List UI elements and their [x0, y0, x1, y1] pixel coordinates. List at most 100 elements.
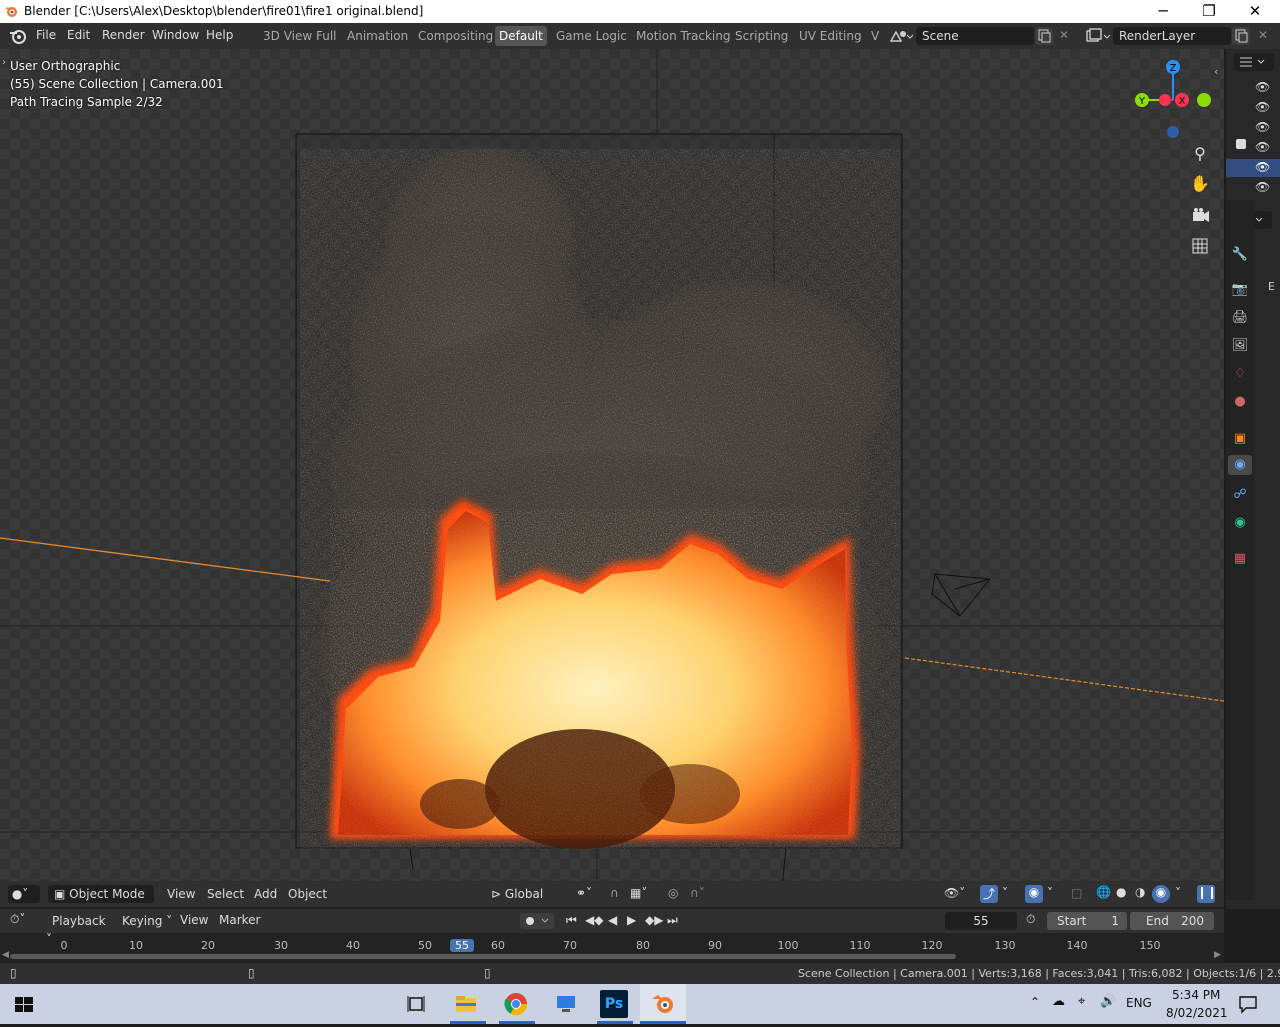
- scroll-right-icon[interactable]: ▶: [1214, 950, 1221, 960]
- windows-start-icon[interactable]: [10, 990, 38, 1018]
- visibility-eye-icon[interactable]: 👁: [1255, 120, 1270, 134]
- new-view-layer-button[interactable]: [1232, 27, 1250, 45]
- show-hidden-icons[interactable]: ⌃: [1030, 995, 1040, 1009]
- current-frame-field[interactable]: 55: [945, 912, 1017, 930]
- clock-date[interactable]: 8/02/2021: [1166, 1006, 1228, 1020]
- menu-object[interactable]: Object: [288, 887, 327, 901]
- visibility-eye-icon[interactable]: 👁: [1255, 160, 1270, 174]
- end-frame-field[interactable]: End 200: [1130, 912, 1214, 930]
- world-tab-icon[interactable]: ●: [1230, 392, 1250, 412]
- chrome-icon[interactable]: [502, 990, 530, 1018]
- editor-type-selector[interactable]: [1234, 53, 1274, 71]
- menu-window[interactable]: Window: [152, 28, 199, 42]
- transform-orientation-dropdown[interactable]: ⊳ Global: [487, 885, 565, 903]
- new-scene-button[interactable]: [1035, 27, 1053, 45]
- pivot-point-icon[interactable]: ⚭˅: [576, 886, 592, 900]
- render-tab-icon[interactable]: 📷: [1230, 280, 1250, 300]
- 3d-viewport[interactable]: User Orthographic (55) Scene Collection …: [0, 49, 1224, 881]
- jump-start-icon[interactable]: ⏮: [566, 913, 577, 928]
- light-object[interactable]: [931, 572, 991, 617]
- input-language[interactable]: ENG: [1126, 996, 1152, 1010]
- ortho-grid-icon[interactable]: [1188, 234, 1212, 258]
- menu-view[interactable]: View: [167, 887, 195, 901]
- scene-name-field[interactable]: Scene: [916, 27, 1034, 45]
- play-icon[interactable]: ▶: [627, 913, 636, 927]
- menu-select[interactable]: Select: [207, 887, 244, 901]
- snap-icon[interactable]: ∩: [610, 886, 619, 900]
- start-frame-field[interactable]: Start 1: [1047, 912, 1127, 930]
- timeline-scrollbar[interactable]: [10, 954, 956, 959]
- exclude-checkbox[interactable]: [1236, 139, 1246, 149]
- playback-dropdown[interactable]: Playback ˅: [46, 912, 114, 946]
- blender-menu-icon[interactable]: [9, 28, 26, 44]
- data-tab-icon[interactable]: ◉: [1230, 513, 1250, 533]
- texture-tab-icon[interactable]: ▦: [1230, 549, 1250, 569]
- tab-animation[interactable]: Animation: [343, 26, 412, 46]
- tab-compositing[interactable]: Compositing: [414, 26, 497, 46]
- falloff-icon[interactable]: ∩˅: [690, 886, 705, 900]
- menu-add[interactable]: Add: [254, 887, 277, 901]
- minimize-button[interactable]: ─: [1140, 0, 1186, 23]
- view-layer-field[interactable]: RenderLayer: [1113, 27, 1231, 45]
- xray-toggle-icon[interactable]: □: [1071, 886, 1082, 900]
- gizmo-dropdown-icon[interactable]: ˅: [1002, 886, 1008, 900]
- current-frame-marker[interactable]: 55: [450, 939, 474, 952]
- proportional-editing-icon[interactable]: ◎: [668, 886, 678, 900]
- tab-overflow[interactable]: V: [867, 26, 883, 46]
- play-reverse-icon[interactable]: ◀: [608, 913, 617, 927]
- object-tab-icon[interactable]: ▣: [1230, 429, 1250, 449]
- onedrive-icon[interactable]: ☁: [1052, 994, 1065, 1009]
- timeline-editor-type-icon[interactable]: ⏱˅: [10, 912, 25, 927]
- visibility-eye-icon[interactable]: 👁: [1255, 100, 1270, 114]
- menu-render[interactable]: Render: [102, 28, 145, 42]
- constraints-tab-icon[interactable]: ☍: [1230, 485, 1250, 505]
- jump-keyframe-back-icon[interactable]: ◀◆: [585, 913, 603, 927]
- tab-motion-tracking[interactable]: Motion Tracking: [632, 26, 734, 46]
- stopwatch-icon[interactable]: ⏱: [1026, 912, 1035, 927]
- remote-desktop-icon[interactable]: [552, 990, 580, 1018]
- overlays-dropdown-icon[interactable]: ˅: [1047, 886, 1053, 900]
- clock-time[interactable]: 5:34 PM: [1172, 988, 1220, 1002]
- network-icon[interactable]: ⌖: [1078, 994, 1085, 1009]
- editor-type-3d-icon[interactable]: ●˅: [8, 885, 40, 903]
- material-shading-icon[interactable]: ◑: [1135, 885, 1145, 899]
- overlays-toggle-icon[interactable]: ◉: [1025, 885, 1043, 903]
- scroll-left-icon[interactable]: ◀: [2, 950, 9, 960]
- view-layer-selector-icon[interactable]: [1084, 27, 1112, 45]
- task-view-icon[interactable]: [402, 990, 430, 1018]
- object-mode-dropdown[interactable]: ▣ Object Mode: [48, 885, 154, 903]
- snap-target-icon[interactable]: ▦˅: [630, 886, 647, 900]
- jump-end-icon[interactable]: ⏭: [667, 913, 678, 928]
- auto-keying-button[interactable]: [520, 913, 554, 929]
- visibility-eye-icon[interactable]: 👁: [1255, 140, 1270, 154]
- tab-uv-editing[interactable]: UV Editing: [795, 26, 866, 46]
- tab-game-logic[interactable]: Game Logic: [552, 26, 631, 46]
- visibility-selector-icon[interactable]: 👁˅: [944, 886, 965, 900]
- view-layer-tab-icon[interactable]: 🖼: [1230, 336, 1250, 356]
- scene-tab-icon[interactable]: ♢: [1230, 364, 1250, 384]
- close-button[interactable]: ✕: [1232, 0, 1278, 23]
- tab-scripting[interactable]: Scripting: [731, 26, 792, 46]
- volume-icon[interactable]: 🔊: [1100, 994, 1116, 1009]
- jump-keyframe-forward-icon[interactable]: ◆▶: [645, 913, 663, 927]
- navigation-gizmo[interactable]: Z Y X: [1128, 57, 1218, 143]
- scene-selector-icon[interactable]: [888, 27, 914, 45]
- visibility-eye-icon[interactable]: 👁: [1255, 180, 1270, 194]
- gizmo-toggle-icon[interactable]: ⤴: [980, 885, 998, 903]
- photoshop-icon[interactable]: Ps: [600, 990, 628, 1018]
- tool-tab-icon[interactable]: 🔧: [1230, 245, 1250, 265]
- pan-hand-icon[interactable]: ✋: [1188, 174, 1212, 198]
- outliner-row-selected[interactable]: [1226, 159, 1280, 177]
- timeline-marker-menu[interactable]: Marker: [219, 913, 260, 927]
- timeline-view-menu[interactable]: View: [180, 913, 208, 927]
- notifications-icon[interactable]: [1238, 994, 1258, 1014]
- rendered-shading-icon[interactable]: ◉: [1152, 885, 1170, 903]
- tab-default[interactable]: Default: [495, 26, 547, 46]
- output-tab-icon[interactable]: 🖨: [1230, 308, 1250, 328]
- wireframe-shading-icon[interactable]: 🌐: [1096, 885, 1111, 899]
- delete-view-layer-icon[interactable]: ✕: [1258, 28, 1268, 42]
- maximize-button[interactable]: ❐: [1186, 0, 1232, 23]
- keying-dropdown[interactable]: Keying ˅: [116, 912, 174, 930]
- file-explorer-icon[interactable]: [452, 990, 480, 1018]
- pause-render-icon[interactable]: ❙❙: [1197, 885, 1217, 903]
